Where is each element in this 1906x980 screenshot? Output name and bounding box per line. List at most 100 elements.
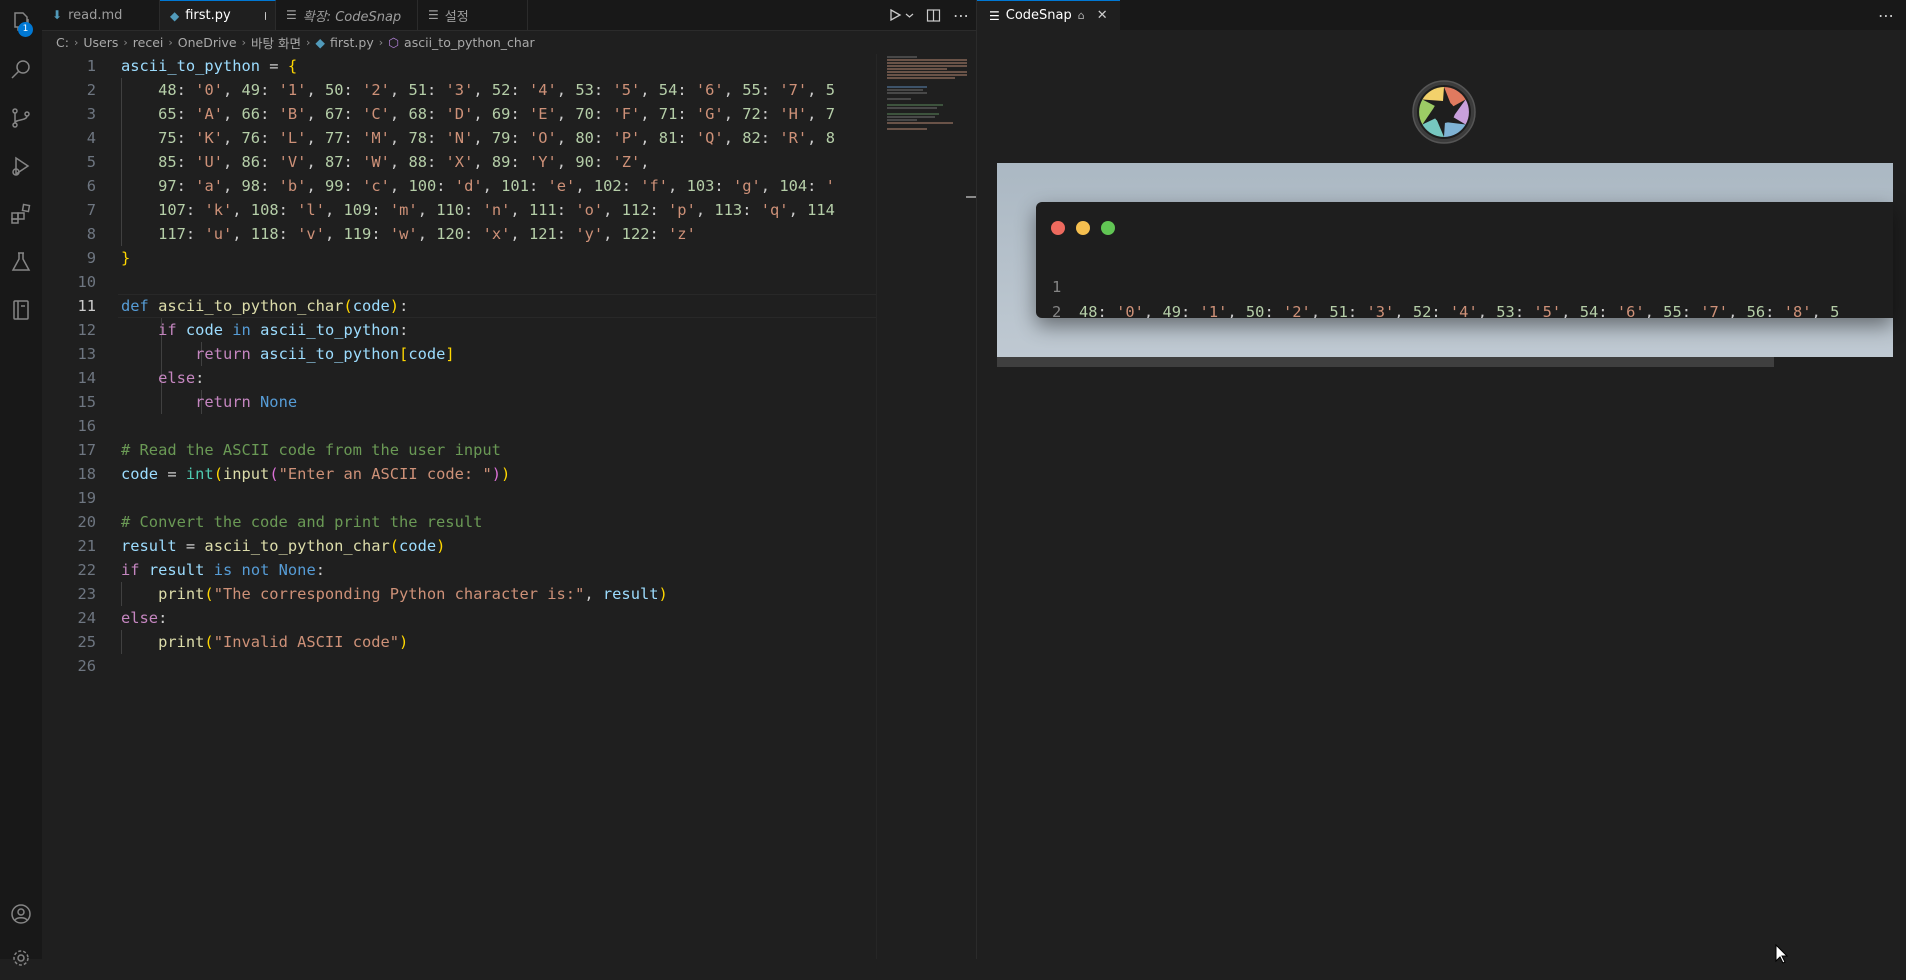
code-line[interactable]: 21result = ascii_to_python_char(code)	[42, 534, 876, 558]
preview-icon: ☰	[286, 8, 297, 22]
line-number: 23	[42, 582, 96, 606]
line-number: 2	[42, 78, 96, 102]
editor-actions: ⋯	[888, 0, 970, 30]
code-line[interactable]: 5 85: 'U', 86: 'V', 87: 'W', 88: 'X', 89…	[42, 150, 876, 174]
code-line-text: 48: '0', 49: '1', 50: '2', 51: '3', 52: …	[121, 78, 835, 102]
close-icon[interactable]: ✕	[1097, 8, 1108, 23]
code-line[interactable]: 6 97: 'a', 98: 'b', 99: 'c', 100: 'd', 1…	[42, 174, 876, 198]
line-number: 7	[42, 198, 96, 222]
chevron-right-icon: ›	[379, 36, 383, 49]
tab-codesnap-extension[interactable]: ☰ 확장: CodeSnap	[276, 0, 418, 30]
explorer-files-icon[interactable]: 1	[0, 0, 42, 44]
maximize-traffic-light-icon	[1101, 221, 1115, 235]
line-number: 15	[42, 390, 96, 414]
snapshot-scrollbar[interactable]	[997, 357, 1774, 367]
code-line[interactable]: 1ascii_to_python = {	[42, 54, 876, 78]
preview-icon: ☰	[428, 8, 439, 22]
line-number: 13	[42, 342, 96, 366]
line-number: 22	[42, 558, 96, 582]
breadcrumb-item[interactable]: 바탕 화면	[251, 33, 301, 52]
line-number: 10	[42, 270, 96, 294]
code-line[interactable]: 4 75: 'K', 76: 'L', 77: 'M', 78: 'N', 79…	[42, 126, 876, 150]
code-line[interactable]: 10	[42, 270, 876, 294]
code-line[interactable]: 2 48: '0', 49: '1', 50: '2', 51: '3', 52…	[42, 78, 876, 102]
camera-icon: ⌂	[1078, 9, 1085, 22]
code-line[interactable]: 11def ascii_to_python_char(code):	[42, 294, 876, 318]
breadcrumb-item[interactable]: Users	[83, 35, 118, 50]
tab-label: 확장: CodeSnap	[303, 6, 401, 25]
run-python-icon[interactable]	[888, 8, 914, 22]
line-number: 5	[42, 150, 96, 174]
run-debug-icon[interactable]	[0, 144, 42, 188]
code-line[interactable]: 16	[42, 414, 876, 438]
close-traffic-light-icon	[1051, 221, 1065, 235]
settings-gear-icon[interactable]	[0, 936, 42, 980]
code-line[interactable]: 12 if code in ascii_to_python:	[42, 318, 876, 342]
code-line-text: 117: 'u', 118: 'v', 119: 'w', 120: 'x', …	[121, 222, 696, 246]
code-line[interactable]: 13 return ascii_to_python[code]	[42, 342, 876, 366]
more-actions-icon[interactable]: ⋯	[953, 6, 970, 25]
tab-label: 설정	[445, 6, 469, 25]
breadcrumb-item[interactable]: C:	[56, 35, 69, 50]
line-number: 21	[42, 534, 96, 558]
line-number: 8	[42, 222, 96, 246]
code-line-text: def ascii_to_python_char(code):	[121, 294, 408, 318]
line-number: 24	[42, 606, 96, 630]
chevron-right-icon: ›	[123, 36, 127, 49]
code-line[interactable]: 18 code = int(input("Enter an ASCII code:…	[42, 462, 876, 486]
tab-read-md[interactable]: ⬇ read.md	[42, 0, 160, 30]
account-icon[interactable]	[0, 892, 42, 936]
code-line[interactable]: 14 else:	[42, 366, 876, 390]
code-line[interactable]: 23 print("The corresponding Python chara…	[42, 582, 876, 606]
breadcrumb-item[interactable]: ascii_to_python_char	[404, 35, 535, 50]
line-number: 20	[42, 510, 96, 534]
chevron-down-icon	[905, 11, 914, 20]
code-line-text: else:	[121, 606, 167, 630]
minimap[interactable]	[876, 54, 977, 959]
breadcrumb-item[interactable]: OneDrive	[178, 35, 237, 50]
code-line[interactable]: 17# Read the ASCII code from the user in…	[42, 438, 876, 462]
code-line-text: # Read the ASCII code from the user inpu…	[121, 438, 501, 462]
extensions-icon[interactable]	[0, 192, 42, 236]
code-line[interactable]: 7 107: 'k', 108: 'l', 109: 'm', 110: 'n'…	[42, 198, 876, 222]
code-line[interactable]: 26	[42, 654, 876, 678]
line-number: 18	[42, 462, 96, 486]
tab-codesnap[interactable]: ☰ CodeSnap ⌂ ✕	[977, 0, 1120, 30]
code-line[interactable]: 22if result is not None:	[42, 558, 876, 582]
testing-icon[interactable]	[0, 240, 42, 284]
shutter-camera-icon[interactable]	[1412, 80, 1476, 144]
more-actions-icon[interactable]: ⋯	[1878, 0, 1894, 30]
code-line[interactable]: 24 else:	[42, 606, 876, 630]
line-number: 6	[42, 174, 96, 198]
activity-bar: 1	[0, 0, 43, 959]
line-number: 12	[42, 318, 96, 342]
split-editor-icon[interactable]	[926, 8, 941, 23]
search-icon[interactable]	[0, 48, 42, 92]
python-icon: ◆	[170, 9, 179, 23]
notebook-icon[interactable]	[0, 288, 42, 332]
code-line-text: 75: 'K', 76: 'L', 77: 'M', 78: 'N', 79: …	[121, 126, 835, 150]
tab-label: first.py	[185, 8, 230, 23]
line-number: 14	[42, 366, 96, 390]
source-control-icon[interactable]	[0, 96, 42, 140]
breadcrumb-item[interactable]: recei	[133, 35, 164, 50]
breadcrumb-item[interactable]: first.py	[330, 35, 374, 50]
code-line[interactable]: 15 return None	[42, 390, 876, 414]
explorer-badge: 1	[18, 22, 33, 37]
tab-bar: ☰ CodeSnap ⌂ ✕ ⋯	[977, 0, 1906, 30]
tab-settings[interactable]: ☰ 설정	[418, 0, 528, 30]
code-editor[interactable]: 1ascii_to_python = {2 48: '0', 49: '1', …	[42, 54, 876, 959]
code-line[interactable]: 8 117: 'u', 118: 'v', 119: 'w', 120: 'x'…	[42, 222, 876, 246]
code-line[interactable]: 9}	[42, 246, 876, 270]
code-line[interactable]: 20# Convert the code and print the resul…	[42, 510, 876, 534]
code-line-text: print("The corresponding Python characte…	[121, 582, 668, 606]
code-line-text: print("Invalid ASCII code")	[121, 630, 408, 654]
code-line-text: code = int(input("Enter an ASCII code: "…	[121, 462, 510, 486]
code-line[interactable]: 19	[42, 486, 876, 510]
code-line[interactable]: 25 print("Invalid ASCII code")	[42, 630, 876, 654]
code-line[interactable]: 3 65: 'A', 66: 'B', 67: 'C', 68: 'D', 69…	[42, 102, 876, 126]
code-line-text: 85: 'U', 86: 'V', 87: 'W', 88: 'X', 89: …	[121, 150, 650, 174]
tab-first-py[interactable]: ◆ first.py	[160, 0, 276, 30]
code-line-text: return ascii_to_python[code]	[121, 342, 455, 366]
line-number: 3	[42, 102, 96, 126]
